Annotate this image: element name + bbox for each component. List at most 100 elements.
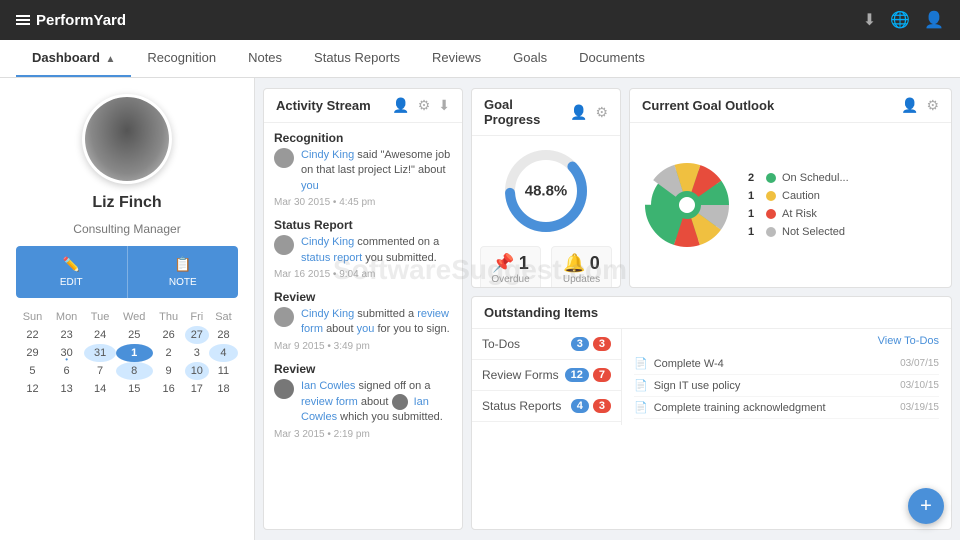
todo-item-3: 📄Complete training acknowledgment 03/19/… (634, 397, 939, 419)
cal-day[interactable]: 15 (116, 380, 153, 398)
person-link-2[interactable]: Cindy King (301, 236, 354, 248)
outlook-panel: Current Goal Outlook 👤 ⚙ (629, 88, 952, 288)
calendar-grid: Sun Mon Tue Wed Thu Fri Sat 22 23 24 25 (16, 308, 238, 398)
cal-day[interactable]: 5 (16, 362, 49, 380)
cal-day[interactable]: 25 (116, 326, 153, 344)
cal-day[interactable]: 18 (209, 380, 238, 398)
avatar-ian-cowles (274, 379, 294, 399)
nav-reviews[interactable]: Reviews (416, 40, 497, 77)
you-link-1[interactable]: you (301, 180, 319, 192)
nav-dashboard[interactable]: Dashboard ▲ (16, 40, 131, 77)
activity-text: Cindy King said "Awesome job on that las… (301, 148, 452, 194)
activity-item-recognition: Recognition Cindy King said "Awesome job… (274, 131, 452, 208)
download-icon[interactable]: ⬇ (863, 10, 876, 30)
cal-day[interactable]: 4 (209, 344, 238, 362)
person-icon-2[interactable]: 👤 (570, 104, 587, 121)
nav-notes[interactable]: Notes (232, 40, 298, 77)
badge-status-overdue: 3 (593, 399, 611, 413)
person-icon-3[interactable]: 👤 (901, 97, 918, 114)
person-link[interactable]: Cindy King (301, 149, 354, 161)
activity-stream-panel: Activity Stream 👤 ⚙ ⬇ Recognition Cindy … (263, 88, 463, 530)
cal-day[interactable]: 29 (16, 344, 49, 362)
avatar-ian-small (392, 394, 408, 410)
badge-reviews-overdue: 7 (593, 368, 611, 382)
cal-day[interactable]: 28 (209, 326, 238, 344)
text-end-3: for you to sign. (377, 323, 449, 335)
cal-day[interactable]: 9 (153, 362, 185, 380)
cal-day[interactable]: 13 (49, 380, 84, 398)
cal-day[interactable]: 23 (49, 326, 84, 344)
nav-recognition[interactable]: Recognition (131, 40, 232, 77)
review-form-link-2[interactable]: review form (301, 396, 358, 408)
activity-row-3: Cindy King submitted a review form about… (274, 307, 452, 338)
person-icon[interactable]: 👤 (392, 97, 409, 114)
cal-day[interactable]: 16 (153, 380, 185, 398)
text-after-2: you submitted. (365, 252, 437, 264)
outlook-title: Current Goal Outlook (642, 98, 774, 113)
outlook-header: Current Goal Outlook 👤 ⚙ (630, 89, 951, 123)
cal-day[interactable]: 22 (16, 326, 49, 344)
dot-gray (766, 227, 776, 237)
overdue-count: 📌 1 (491, 253, 530, 274)
note-button[interactable]: 📋 NOTE (127, 246, 239, 298)
settings-icon[interactable]: ⚙ (418, 97, 431, 114)
globe-icon[interactable]: 🌐 (890, 10, 910, 30)
content-area: Liz Finch Consulting Manager ✏️ EDIT 📋 N… (0, 78, 960, 540)
cal-day[interactable]: 7 (84, 362, 116, 380)
cal-day[interactable]: 12 (16, 380, 49, 398)
oi-badges-reviews: 12 7 (565, 368, 611, 382)
donut-center-text: 48.8% (525, 183, 568, 200)
edit-button[interactable]: ✏️ EDIT (16, 246, 127, 298)
cal-day[interactable]: 10 (185, 362, 209, 380)
todo-label-3: Complete training acknowledgment (654, 402, 826, 414)
user-name: Liz Finch (92, 194, 161, 212)
todo-item-2: 📄Sign IT use policy 03/10/15 (634, 375, 939, 397)
settings-icon-2[interactable]: ⚙ (595, 104, 608, 121)
badge-todos-overdue: 3 (593, 337, 611, 351)
activity-panel-icons: 👤 ⚙ ⬇ (392, 97, 450, 114)
cal-day[interactable]: 11 (209, 362, 238, 380)
nav-goals[interactable]: Goals (497, 40, 563, 77)
oi-label-status: Status Reports (482, 399, 561, 413)
user-icon[interactable]: 👤 (924, 10, 944, 30)
todo-date-2: 03/10/15 (900, 380, 939, 391)
goal-progress-icons: 👤 ⚙ (570, 104, 608, 121)
outlook-body: 2 On Schedul... 1 Caution 1 (630, 123, 951, 287)
you-link-2[interactable]: you (357, 323, 375, 335)
activity-category-4: Review (274, 362, 452, 376)
cal-day[interactable]: 8 (116, 362, 153, 380)
nav-status-reports[interactable]: Status Reports (298, 40, 416, 77)
oi-badges-todos: 3 3 (571, 337, 611, 351)
fab-button[interactable]: + (908, 488, 944, 524)
cal-day[interactable]: 6 (49, 362, 84, 380)
person-link-4[interactable]: Ian Cowles (301, 380, 355, 392)
doc-icon-1: 📄 (634, 358, 648, 370)
status-report-link[interactable]: status report (301, 252, 362, 264)
cal-day[interactable]: 2 (153, 344, 185, 362)
cal-thu: Thu (153, 308, 185, 326)
cal-day[interactable]: 27 (185, 326, 209, 344)
logo-bars (16, 15, 30, 25)
dot-red (766, 209, 776, 219)
nav-documents[interactable]: Documents (563, 40, 661, 77)
user-title: Consulting Manager (73, 222, 180, 236)
text-before-2: commented on a (357, 236, 439, 248)
cal-day[interactable]: 31 (84, 344, 116, 362)
note-label: NOTE (169, 277, 197, 288)
cal-day-today[interactable]: 1 (116, 344, 153, 362)
legend-label-4: Not Selected (782, 226, 845, 238)
cal-day[interactable]: 17 (185, 380, 209, 398)
cal-day[interactable]: 3 (185, 344, 209, 362)
cal-day[interactable]: 30 (49, 344, 84, 362)
cal-day[interactable]: 14 (84, 380, 116, 398)
view-todos-link[interactable]: View To-Dos (634, 335, 939, 347)
activity-title: Activity Stream (276, 98, 371, 113)
cal-day[interactable]: 24 (84, 326, 116, 344)
cal-day[interactable]: 26 (153, 326, 185, 344)
text-before-3: submitted a (357, 308, 417, 320)
download-icon[interactable]: ⬇ (438, 97, 450, 114)
legend-at-risk: 1 At Risk (748, 208, 849, 220)
settings-icon-3[interactable]: ⚙ (926, 97, 939, 114)
right-column: Goal Progress 👤 ⚙ 48.8% (471, 88, 952, 530)
person-link-3[interactable]: Cindy King (301, 308, 354, 320)
